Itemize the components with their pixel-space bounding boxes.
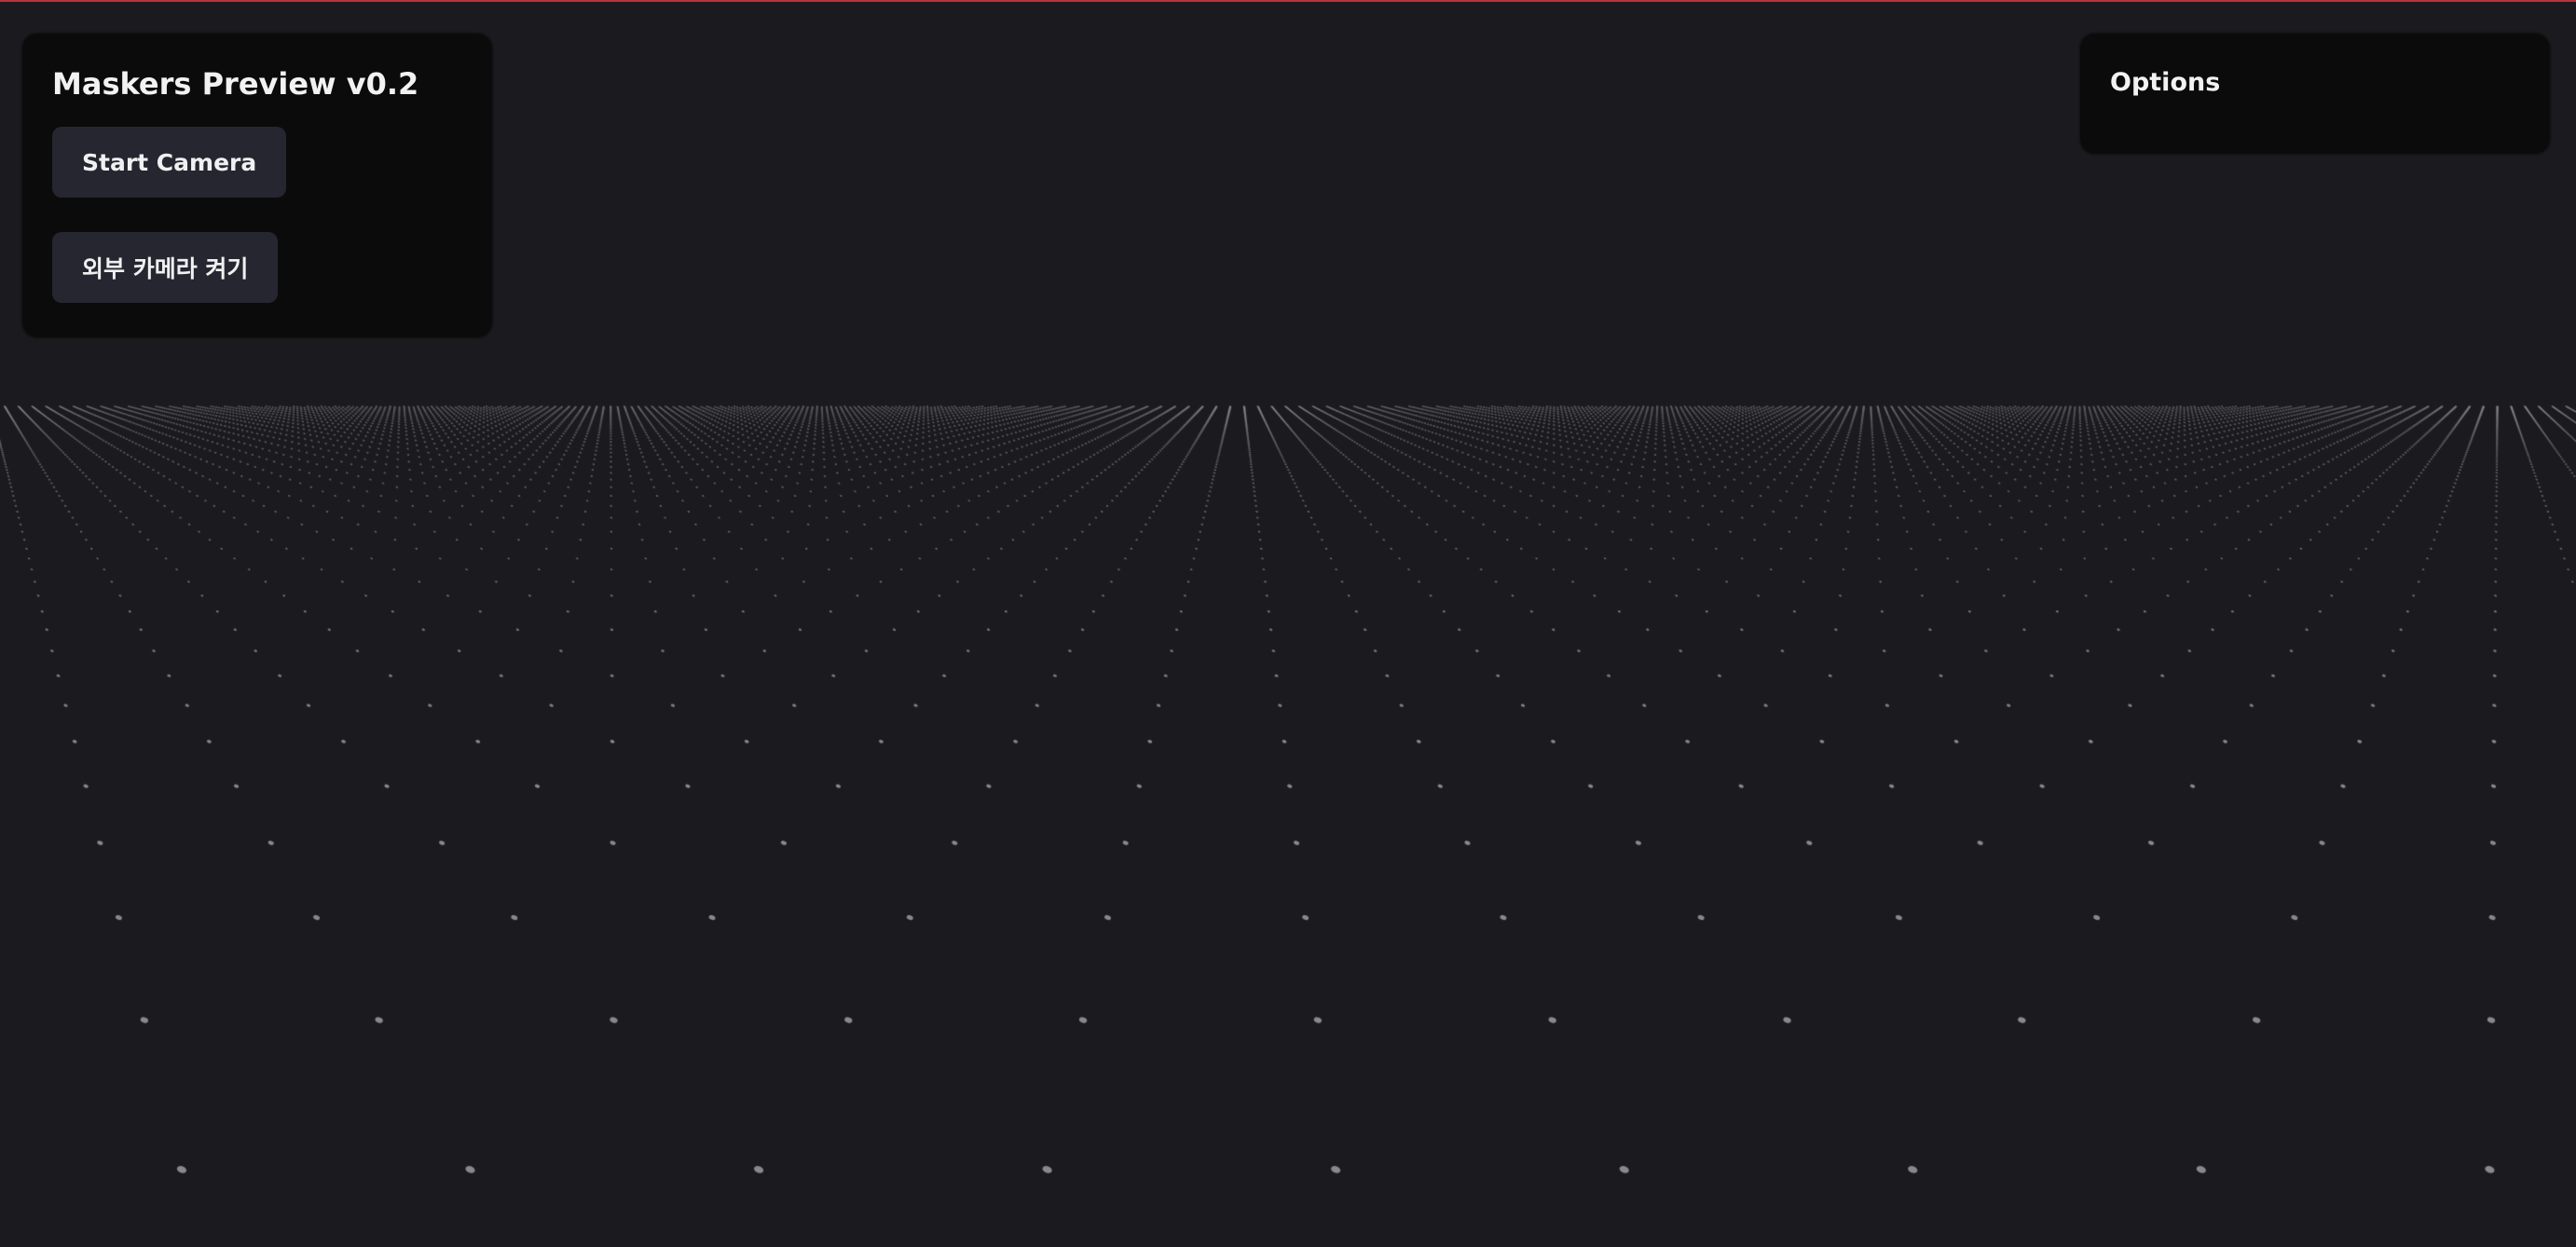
app-title: Maskers Preview v0.2 — [52, 66, 419, 102]
external-camera-button[interactable]: 외부 카메라 켜기 — [52, 232, 279, 303]
options-panel: Options — [2078, 32, 2552, 156]
control-panel: Maskers Preview v0.2 Start Camera 외부 카메라… — [21, 32, 494, 339]
top-accent-bar — [0, 0, 2576, 2]
start-camera-button[interactable]: Start Camera — [52, 127, 287, 198]
options-title: Options — [2110, 68, 2221, 97]
